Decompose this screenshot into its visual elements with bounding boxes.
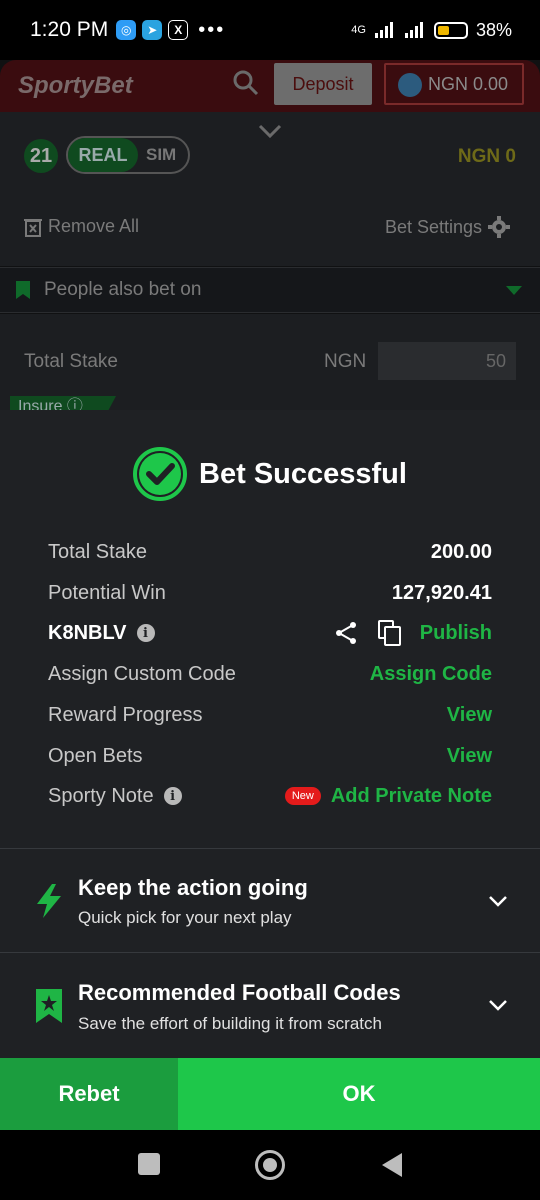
back-icon[interactable]	[380, 1152, 404, 1178]
recommended-codes-card[interactable]: Recommended Football Codes Save the effo…	[0, 953, 540, 1057]
rebet-button[interactable]: Rebet	[0, 1058, 178, 1130]
balance-text: NGN 0.00	[427, 73, 508, 94]
total-stake-label: Total Stake	[24, 351, 118, 372]
network-type: 4G	[351, 24, 366, 36]
x-icon: X	[168, 20, 189, 40]
card-subtitle: Quick pick for your next play	[78, 908, 292, 927]
assign-custom-code-row: Assign Custom Code Assign Code	[48, 659, 492, 689]
stake-currency: NGN	[324, 351, 367, 372]
bookmark-icon	[16, 281, 30, 299]
status-time: 1:20 PM	[30, 18, 109, 41]
keep-action-card[interactable]: Keep the action going Quick pick for you…	[0, 849, 540, 953]
potential-win-value: 127,920.41	[391, 581, 492, 604]
assign-custom-code-label: Assign Custom Code	[48, 662, 236, 685]
open-bets-view-link[interactable]: View	[447, 745, 492, 768]
more-notifications-icon: •••	[198, 18, 226, 41]
success-title: Bet Successful	[199, 457, 407, 490]
copy-icon[interactable]	[377, 620, 402, 646]
reward-progress-row: Reward Progress View	[48, 700, 492, 730]
open-bets-row: Open Bets View	[48, 741, 492, 771]
real-sim-toggle[interactable]: REAL SIM	[66, 136, 190, 174]
search-icon[interactable]	[232, 69, 260, 97]
card-title: Recommended Football Codes	[78, 980, 401, 1005]
total-stake-label: Total Stake	[48, 540, 147, 563]
reward-progress-view-link[interactable]: View	[447, 704, 492, 727]
sporty-note-row: Sporty Note i New Add Private Note	[48, 781, 492, 811]
ok-button[interactable]: OK	[178, 1058, 540, 1130]
sporty-note-label: Sporty Note	[48, 784, 154, 807]
open-bets-label: Open Bets	[48, 744, 143, 767]
reward-progress-label: Reward Progress	[48, 703, 203, 726]
remove-all-button[interactable]: Remove All	[24, 216, 139, 237]
booking-code-row: K8NBLV i Publish	[48, 618, 492, 648]
share-icon[interactable]	[334, 621, 358, 645]
telegram-icon: ➤	[142, 20, 163, 40]
add-private-note-button[interactable]: Add Private Note	[331, 785, 492, 808]
signal-icon	[374, 22, 393, 38]
info-icon[interactable]: i	[136, 624, 155, 642]
bet-settings-button[interactable]: Bet Settings	[385, 216, 510, 238]
info-icon[interactable]: i	[163, 787, 182, 805]
bet-settings-label: Bet Settings	[384, 216, 482, 237]
chevron-down-icon[interactable]	[488, 895, 508, 907]
nigeria-flag-icon	[398, 73, 422, 97]
potential-win-row: Potential Win 127,920.41	[48, 578, 492, 608]
lightning-icon	[37, 884, 61, 918]
sim-mode-option[interactable]: SIM	[146, 145, 176, 165]
trash-icon	[24, 218, 42, 237]
success-check-icon	[133, 447, 188, 501]
selection-count-badge: 21	[24, 139, 58, 173]
people-also-bet-label: People also bet on	[44, 279, 202, 300]
potential-win-label: Potential Win	[48, 581, 166, 604]
remove-all-label: Remove All	[48, 216, 140, 236]
publish-button[interactable]: Publish	[420, 622, 492, 645]
real-mode-option[interactable]: REAL	[68, 138, 138, 172]
deposit-button[interactable]: Deposit	[274, 63, 372, 105]
status-bar: 1:20 PM ◎ ➤ X ••• 4G 38%	[0, 0, 540, 60]
betslip-total: NGN 0	[457, 146, 516, 167]
new-badge: New	[284, 787, 321, 805]
battery-icon	[433, 21, 468, 39]
chevron-down-icon[interactable]	[488, 999, 508, 1011]
assign-code-button[interactable]: Assign Code	[370, 663, 492, 686]
gear-icon	[488, 216, 510, 238]
bookmark-star-icon	[36, 989, 62, 1023]
success-header: Bet Successful	[0, 446, 540, 502]
booking-code[interactable]: K8NBLV	[48, 622, 127, 645]
total-stake-value: 200.00	[430, 540, 492, 563]
card-title: Keep the action going	[78, 875, 308, 900]
messenger-icon: ◎	[116, 20, 137, 40]
total-stake-row: Total Stake 200.00	[48, 537, 492, 567]
home-icon[interactable]	[255, 1150, 285, 1180]
signal-icon-2	[404, 22, 423, 38]
battery-percent: 38%	[475, 19, 512, 40]
card-subtitle: Save the effort of building it from scra…	[78, 1014, 382, 1033]
balance-button[interactable]: NGN 0.00	[384, 63, 524, 105]
stake-input[interactable]: 50	[378, 342, 516, 380]
sportybet-logo: SportyBet	[18, 72, 133, 99]
recent-apps-icon[interactable]	[138, 1153, 160, 1175]
collapse-chevron-icon[interactable]	[258, 124, 282, 140]
expand-triangle-icon[interactable]	[506, 286, 522, 296]
